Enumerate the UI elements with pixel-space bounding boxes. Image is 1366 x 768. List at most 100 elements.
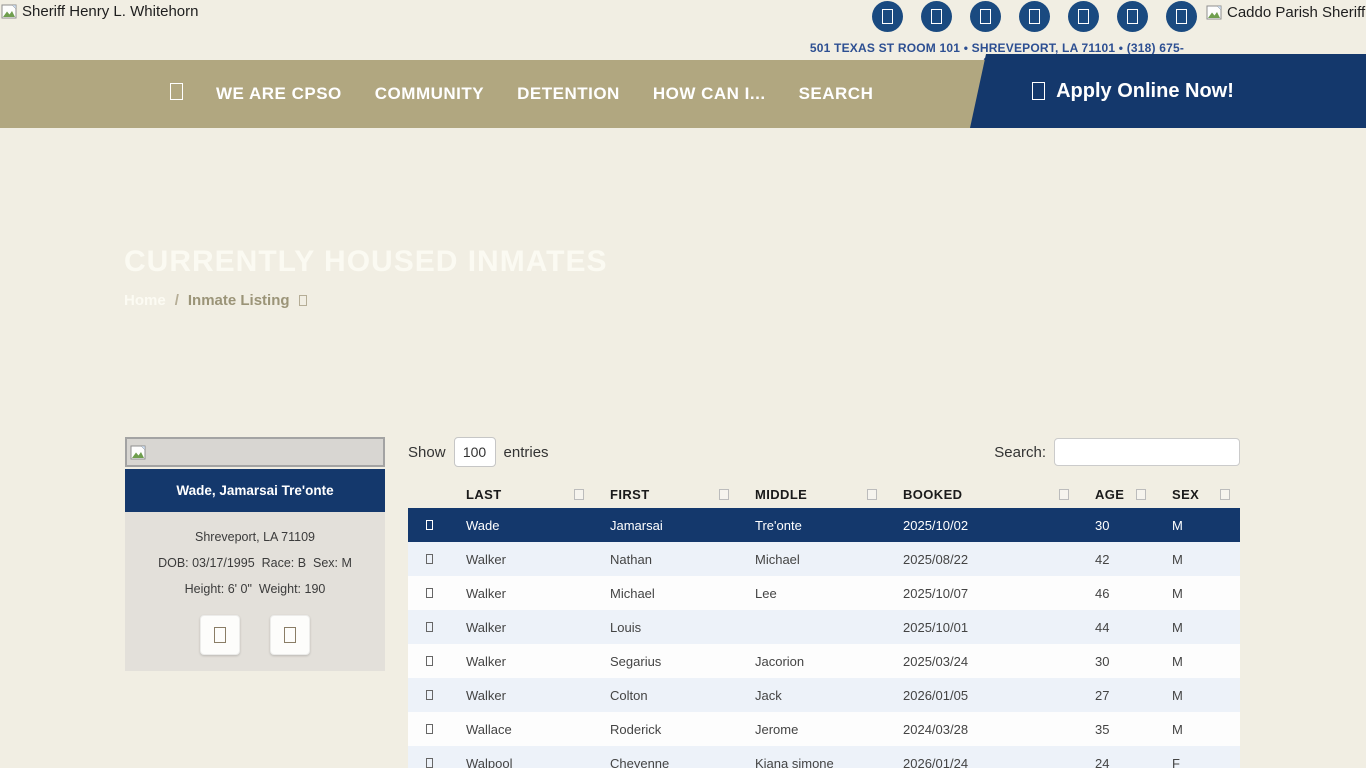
cell-last: Walker <box>450 654 594 669</box>
cell-age: 44 <box>1079 620 1156 635</box>
cell-first: Michael <box>594 586 739 601</box>
missing-glyph-icon <box>426 520 433 530</box>
missing-glyph-icon <box>426 588 433 598</box>
page-length-select[interactable]: 100 <box>454 437 496 467</box>
inmate-card-actions <box>125 615 385 655</box>
inmate-dob-race-sex: DOB: 03/17/1995 Race: B Sex: M <box>125 550 385 576</box>
row-expand-icon[interactable] <box>408 622 450 632</box>
cell-sex: M <box>1156 688 1240 703</box>
row-expand-icon[interactable] <box>408 724 450 734</box>
cell-booked: 2024/03/28 <box>887 722 1079 737</box>
cell-first: Colton <box>594 688 739 703</box>
breadcrumb-home-link[interactable]: Home <box>124 292 166 309</box>
column-header-age[interactable]: AGE <box>1079 487 1156 502</box>
breadcrumb-separator: / <box>175 292 179 309</box>
table-row[interactable]: WalkerColtonJack2026/01/0527M <box>408 678 1240 712</box>
table-header: LAST FIRST MIDDLE BOOKED AGE SEX <box>408 480 1240 508</box>
cell-age: 27 <box>1079 688 1156 703</box>
missing-glyph-icon <box>214 627 226 643</box>
column-header-sex[interactable]: SEX <box>1156 487 1240 502</box>
row-expand-icon[interactable] <box>408 554 450 564</box>
missing-glyph-icon <box>426 554 433 564</box>
sort-icon <box>1136 489 1146 500</box>
cell-sex: M <box>1156 586 1240 601</box>
column-header-middle[interactable]: MIDDLE <box>739 487 887 502</box>
search-input[interactable] <box>1054 438 1240 466</box>
cell-booked: 2025/10/07 <box>887 586 1079 601</box>
inmate-action-button-1[interactable] <box>200 615 240 655</box>
row-expand-icon[interactable] <box>408 758 450 768</box>
social-icon-5[interactable] <box>1068 1 1099 32</box>
show-label: Show <box>408 444 446 461</box>
cell-sex: M <box>1156 722 1240 737</box>
apply-online-button[interactable]: Apply Online Now! <box>970 54 1366 128</box>
cell-booked: 2026/01/24 <box>887 756 1079 768</box>
column-header-first[interactable]: FIRST <box>594 487 739 502</box>
search-control: Search: <box>994 438 1240 466</box>
table-row[interactable]: WalkerSegariusJacorion2025/03/2430M <box>408 644 1240 678</box>
missing-glyph-icon <box>426 656 433 666</box>
row-expand-icon[interactable] <box>408 520 450 530</box>
broken-image-icon <box>130 445 148 461</box>
row-expand-icon[interactable] <box>408 656 450 666</box>
inmate-table-body: WadeJamarsaiTre'onte2025/10/0230MWalkerN… <box>408 508 1240 768</box>
inmate-action-button-2[interactable] <box>270 615 310 655</box>
missing-glyph-icon <box>299 295 307 306</box>
missing-glyph-icon <box>170 83 183 100</box>
table-row[interactable]: WalpoolCheyenneKiana simone2026/01/2424F <box>408 746 1240 768</box>
document-icon <box>1032 82 1045 100</box>
page-title: CURRENTLY HOUSED INMATES <box>124 245 608 279</box>
cell-first: Jamarsai <box>594 518 739 533</box>
cell-first: Louis <box>594 620 739 635</box>
page-length-control: Show 100 entries <box>408 437 549 467</box>
missing-glyph-icon <box>426 758 433 768</box>
social-icon-1[interactable] <box>872 1 903 32</box>
cell-last: Wallace <box>450 722 594 737</box>
cell-middle: Kiana simone <box>739 756 887 768</box>
caddo-parish-logo-link[interactable]: Caddo Parish Sheriff <box>1206 4 1365 21</box>
nav-menu: WE ARE CPSO COMMUNITY DETENTION HOW CAN … <box>170 60 873 128</box>
cell-middle: Jacorion <box>739 654 887 669</box>
social-icon-4[interactable] <box>1019 1 1050 32</box>
sort-icon <box>1059 489 1069 500</box>
breadcrumb-current: Inmate Listing <box>188 292 290 309</box>
table-row[interactable]: WalkerMichaelLee2025/10/0746M <box>408 576 1240 610</box>
row-expand-icon[interactable] <box>408 588 450 598</box>
missing-glyph-icon <box>882 9 893 24</box>
search-label: Search: <box>994 444 1046 461</box>
table-row[interactable]: WadeJamarsaiTre'onte2025/10/0230M <box>408 508 1240 542</box>
table-row[interactable]: WalkerNathanMichael2025/08/2242M <box>408 542 1240 576</box>
cell-middle: Lee <box>739 586 887 601</box>
broken-image-icon <box>1 4 19 20</box>
inmate-name: Wade, Jamarsai Tre'onte <box>125 469 385 512</box>
cell-booked: 2025/10/02 <box>887 518 1079 533</box>
row-expand-icon[interactable] <box>408 690 450 700</box>
nav-item-community[interactable]: COMMUNITY <box>375 84 484 104</box>
nav-item-we-are-cpso[interactable]: WE ARE CPSO <box>216 84 342 104</box>
missing-glyph-icon <box>284 627 296 643</box>
sheriff-logo-link[interactable]: Sheriff Henry L. Whitehorn <box>1 3 198 20</box>
social-icon-3[interactable] <box>970 1 1001 32</box>
column-header-last[interactable]: LAST <box>450 487 594 502</box>
missing-glyph-icon <box>931 9 942 24</box>
inmate-table-area: Show 100 entries Search: LAST FIRST MIDD… <box>408 437 1240 768</box>
cell-last: Walker <box>450 688 594 703</box>
social-icon-7[interactable] <box>1166 1 1197 32</box>
home-icon[interactable] <box>170 83 183 105</box>
sort-icon <box>1220 489 1230 500</box>
social-icon-6[interactable] <box>1117 1 1148 32</box>
cell-sex: M <box>1156 518 1240 533</box>
column-header-booked[interactable]: BOOKED <box>887 487 1079 502</box>
missing-glyph-icon <box>980 9 991 24</box>
cell-booked: 2026/01/05 <box>887 688 1079 703</box>
cell-first: Roderick <box>594 722 739 737</box>
cell-middle: Jerome <box>739 722 887 737</box>
nav-item-how-can-i[interactable]: HOW CAN I... <box>653 84 766 104</box>
table-row[interactable]: WalkerLouis2025/10/0144M <box>408 610 1240 644</box>
nav-item-detention[interactable]: DETENTION <box>517 84 620 104</box>
social-icon-2[interactable] <box>921 1 952 32</box>
page: Sheriff Henry L. Whitehorn Caddo Parish … <box>0 0 1366 768</box>
nav-item-search[interactable]: SEARCH <box>799 84 874 104</box>
table-row[interactable]: WallaceRoderickJerome2024/03/2835M <box>408 712 1240 746</box>
missing-glyph-icon <box>1176 9 1187 24</box>
